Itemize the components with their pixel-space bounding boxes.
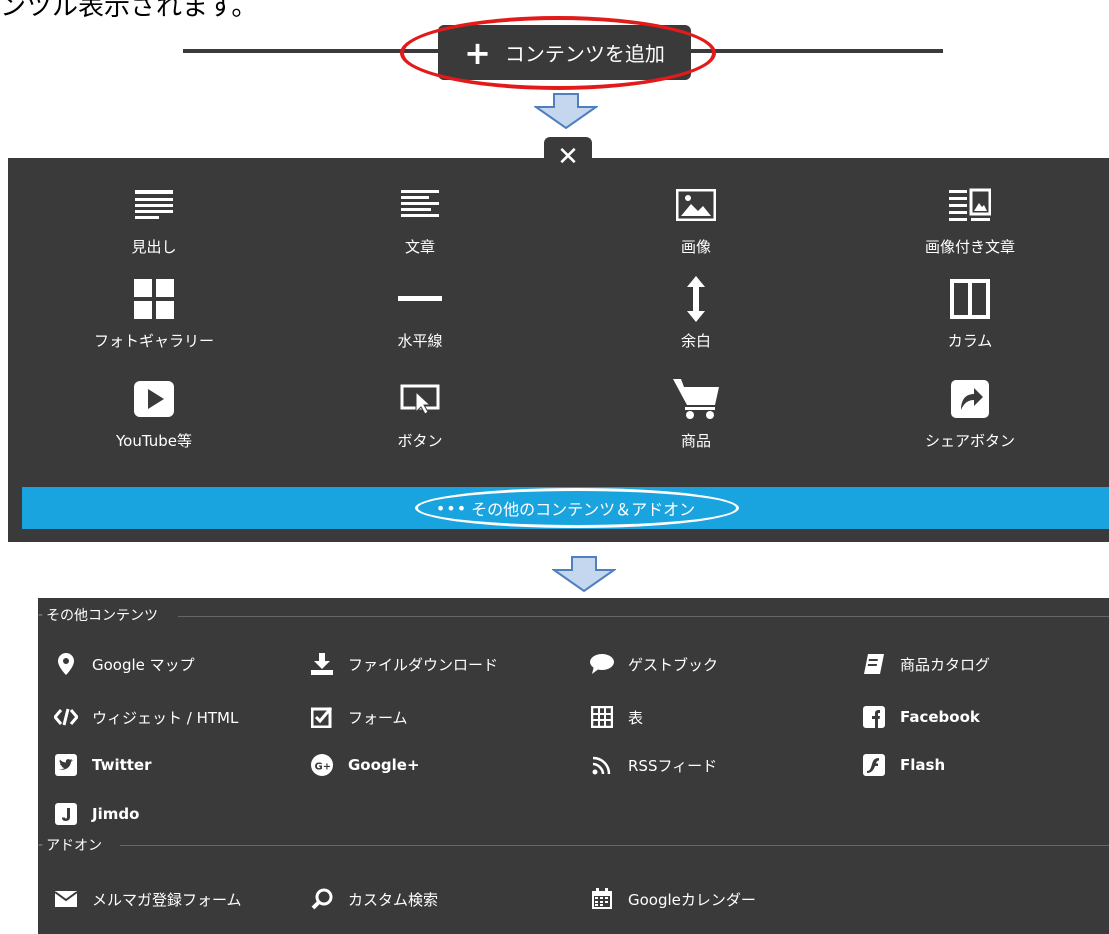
grid-item-button[interactable]: ボタン bbox=[320, 374, 520, 451]
header-text: ンツル表示されます。 bbox=[0, 0, 258, 22]
section-title-label: その他コンテンツ bbox=[46, 608, 159, 624]
envelope-icon bbox=[54, 887, 78, 911]
grid-item-text[interactable]: 文章 bbox=[320, 180, 520, 257]
svg-text:G+: G+ bbox=[315, 762, 332, 773]
down-arrow-icon bbox=[534, 93, 598, 129]
close-button[interactable]: ✕ bbox=[544, 137, 592, 173]
list-item-twitter[interactable]: Twitter bbox=[54, 753, 152, 777]
list-item-google-map[interactable]: Google マップ bbox=[54, 652, 195, 676]
button-icon bbox=[320, 374, 520, 424]
columns-icon bbox=[870, 274, 1070, 324]
highlight-ellipse bbox=[415, 488, 739, 528]
grid-item-image[interactable]: 画像 bbox=[596, 180, 796, 257]
calendar-icon bbox=[590, 887, 614, 911]
horizontal-line-icon bbox=[320, 274, 520, 324]
grid-item-video[interactable]: YouTube等 bbox=[54, 374, 254, 451]
grid-item-label: ボタン bbox=[397, 432, 443, 450]
twitter-icon bbox=[54, 753, 78, 777]
share-icon bbox=[870, 374, 1070, 424]
section-title: - その他コンテンツ bbox=[38, 607, 159, 624]
facebook-icon bbox=[862, 705, 886, 729]
list-item-guestbook[interactable]: ゲストブック bbox=[590, 652, 718, 676]
section-divider bbox=[178, 616, 1109, 617]
grid-item-label: 画像 bbox=[680, 238, 711, 256]
jimdo-icon bbox=[54, 802, 78, 826]
section-title-label: アドオン bbox=[46, 838, 103, 854]
grid-item-label: カラム bbox=[947, 332, 993, 350]
grid-item-horizontal-line[interactable]: 水平線 bbox=[320, 274, 520, 351]
list-item-newsletter-form[interactable]: メルマガ登録フォーム bbox=[54, 887, 242, 911]
grid-item-label: 画像付き文章 bbox=[924, 238, 1015, 256]
down-arrow-icon bbox=[552, 556, 616, 592]
grid-item-label: 文章 bbox=[404, 238, 435, 256]
grid-item-label: 水平線 bbox=[397, 332, 443, 350]
gallery-icon bbox=[54, 274, 254, 324]
grid-item-product[interactable]: 商品 bbox=[596, 374, 796, 451]
table-icon bbox=[590, 705, 614, 729]
highlight-ellipse bbox=[400, 16, 716, 90]
map-pin-icon bbox=[54, 652, 78, 676]
search-icon bbox=[310, 887, 334, 911]
list-item-widget-html[interactable]: ウィジェット / HTML bbox=[54, 705, 238, 729]
close-icon: ✕ bbox=[557, 142, 579, 172]
text-with-image-icon bbox=[870, 180, 1070, 230]
grid-item-label: 見出し bbox=[131, 238, 177, 256]
grid-item-heading[interactable]: 見出し bbox=[54, 180, 254, 257]
grid-item-share[interactable]: シェアボタン bbox=[870, 374, 1070, 451]
video-icon bbox=[54, 374, 254, 424]
text-icon bbox=[320, 180, 520, 230]
list-item-flash[interactable]: Flash bbox=[862, 753, 945, 777]
list-item-table[interactable]: 表 bbox=[590, 705, 643, 729]
list-item-custom-search[interactable]: カスタム検索 bbox=[310, 887, 438, 911]
grid-item-spacer[interactable]: 余白 bbox=[596, 274, 796, 351]
section-divider bbox=[120, 845, 1109, 846]
grid-item-label: シェアボタン bbox=[924, 432, 1015, 450]
google-plus-icon: G+ bbox=[310, 753, 334, 777]
grid-item-label: 商品 bbox=[680, 432, 711, 450]
list-item-google-calendar[interactable]: Googleカレンダー bbox=[590, 887, 756, 911]
cart-icon bbox=[596, 374, 796, 424]
list-item-rss-feed[interactable]: RSSフィード bbox=[590, 753, 717, 777]
list-item-file-download[interactable]: ファイルダウンロード bbox=[310, 652, 498, 676]
list-item-facebook[interactable]: Facebook bbox=[862, 705, 980, 729]
list-item-jimdo[interactable]: Jimdo bbox=[54, 802, 139, 826]
code-icon bbox=[54, 705, 78, 729]
list-item-google-plus[interactable]: G+ Google+ bbox=[310, 753, 420, 777]
grid-item-gallery[interactable]: フォトギャラリー bbox=[54, 274, 254, 351]
speech-bubble-icon bbox=[590, 652, 614, 676]
image-icon bbox=[596, 180, 796, 230]
grid-item-label: YouTube等 bbox=[116, 432, 192, 450]
list-item-product-catalog[interactable]: 商品カタログ bbox=[862, 652, 990, 676]
download-icon bbox=[310, 652, 334, 676]
rss-icon bbox=[590, 753, 614, 777]
flash-icon bbox=[862, 753, 886, 777]
catalog-icon bbox=[862, 652, 886, 676]
heading-icon bbox=[54, 180, 254, 230]
spacer-icon bbox=[596, 274, 796, 324]
section-title: - アドオン bbox=[38, 837, 103, 854]
grid-item-label: フォトギャラリー bbox=[93, 332, 214, 350]
grid-item-text-with-image[interactable]: 画像付き文章 bbox=[870, 180, 1070, 257]
other-content-panel bbox=[38, 598, 1109, 934]
grid-item-label: 余白 bbox=[680, 332, 711, 350]
grid-item-columns[interactable]: カラム bbox=[870, 274, 1070, 351]
list-item-form[interactable]: フォーム bbox=[310, 705, 408, 729]
form-check-icon bbox=[310, 705, 334, 729]
